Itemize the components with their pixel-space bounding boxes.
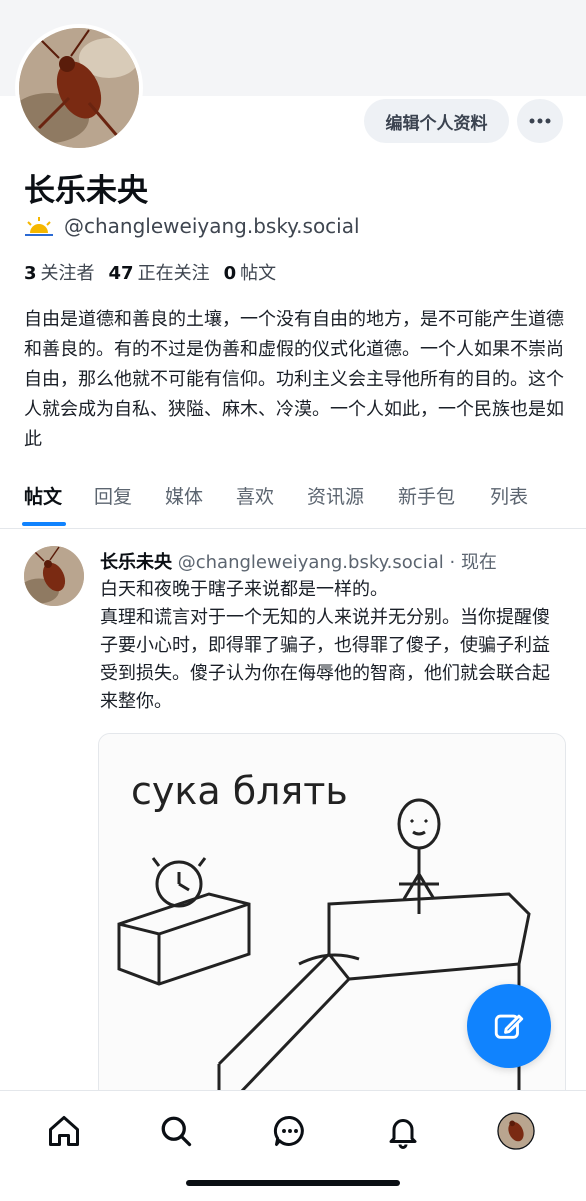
post-author-handle[interactable]: @changleweiyang.bsky.social: [178, 552, 444, 573]
post-timestamp[interactable]: 现在: [461, 552, 497, 573]
profile-avatar[interactable]: [15, 24, 143, 152]
following-count: 47: [108, 263, 134, 284]
posts-count: 0: [223, 263, 237, 284]
chat-icon: [273, 1115, 304, 1146]
tab-lists[interactable]: 列表: [490, 482, 528, 509]
compose-icon: [494, 1014, 524, 1039]
profile-display-name: 长乐未央: [24, 173, 148, 209]
active-tab-indicator: [22, 522, 66, 526]
nav-search[interactable]: [154, 1109, 198, 1153]
following-stat[interactable]: 47 正在关注: [109, 259, 210, 285]
profile-stats: 3 关注者 47 正在关注 0 帖文: [24, 259, 276, 285]
more-options-button[interactable]: [517, 99, 563, 143]
tab-posts[interactable]: 帖文: [24, 482, 62, 509]
nav-notifications[interactable]: [381, 1109, 425, 1153]
tab-media[interactable]: 媒体: [165, 482, 203, 509]
post-author-avatar[interactable]: [24, 546, 84, 606]
tab-starter-packs[interactable]: 新手包: [398, 482, 455, 509]
posts-label: 帖文: [240, 263, 277, 284]
profile-tabs: 帖文 回复 媒体 喜欢 资讯源 新手包 列表: [0, 468, 586, 529]
post-separator: ·: [449, 552, 456, 573]
compose-post-button[interactable]: [467, 984, 551, 1068]
posts-stat: 0 帖文: [224, 259, 277, 285]
post-text-line1: 白天和夜晚于瞎子来说都是一样的。: [100, 579, 388, 600]
nav-chat[interactable]: [268, 1109, 312, 1153]
followers-stat[interactable]: 3 关注者: [24, 259, 95, 285]
post-header: 长乐未央 @changleweiyang.bsky.social · 现在: [100, 548, 497, 574]
nav-profile[interactable]: [494, 1109, 538, 1153]
meme-caption: сука блять: [131, 769, 348, 813]
profile-avatar: [497, 1112, 535, 1150]
following-label: 正在关注: [137, 263, 210, 284]
profile-bio: 自由是道德和善良的土壤，一个没有自由的地方，是不可能产生道德和善良的。有的不过是…: [24, 309, 564, 450]
profile-handle[interactable]: @changleweiyang.bsky.social: [64, 214, 360, 238]
nav-home[interactable]: [42, 1109, 86, 1153]
avatar-photo: [24, 546, 84, 606]
edit-profile-button[interactable]: 编辑个人资料: [364, 99, 509, 143]
more-horizontal-icon: [529, 118, 551, 124]
post-text: 白天和夜晚于瞎子来说都是一样的。真理和谎言对于一个无知的人来说并无分别。当你提醒…: [100, 576, 560, 716]
post-text-body: 真理和谎言对于一个无知的人来说并无分别。当你提醒傻子要小心时，即得罪了骗子，也得…: [100, 607, 550, 712]
avatar-photo: [19, 28, 139, 148]
search-icon: [161, 1116, 192, 1147]
tab-likes[interactable]: 喜欢: [236, 482, 274, 509]
tab-replies[interactable]: 回复: [94, 482, 132, 509]
bell-icon: [389, 1119, 417, 1149]
home-icon: [49, 1116, 79, 1146]
followers-count: 3: [24, 263, 37, 284]
handle-row: @changleweiyang.bsky.social: [24, 214, 360, 238]
home-indicator: [186, 1180, 400, 1186]
post-author-name[interactable]: 长乐未央: [100, 552, 172, 573]
sun-icon: [25, 217, 53, 236]
tab-feeds[interactable]: 资讯源: [307, 482, 364, 509]
followers-label: 关注者: [40, 263, 95, 284]
